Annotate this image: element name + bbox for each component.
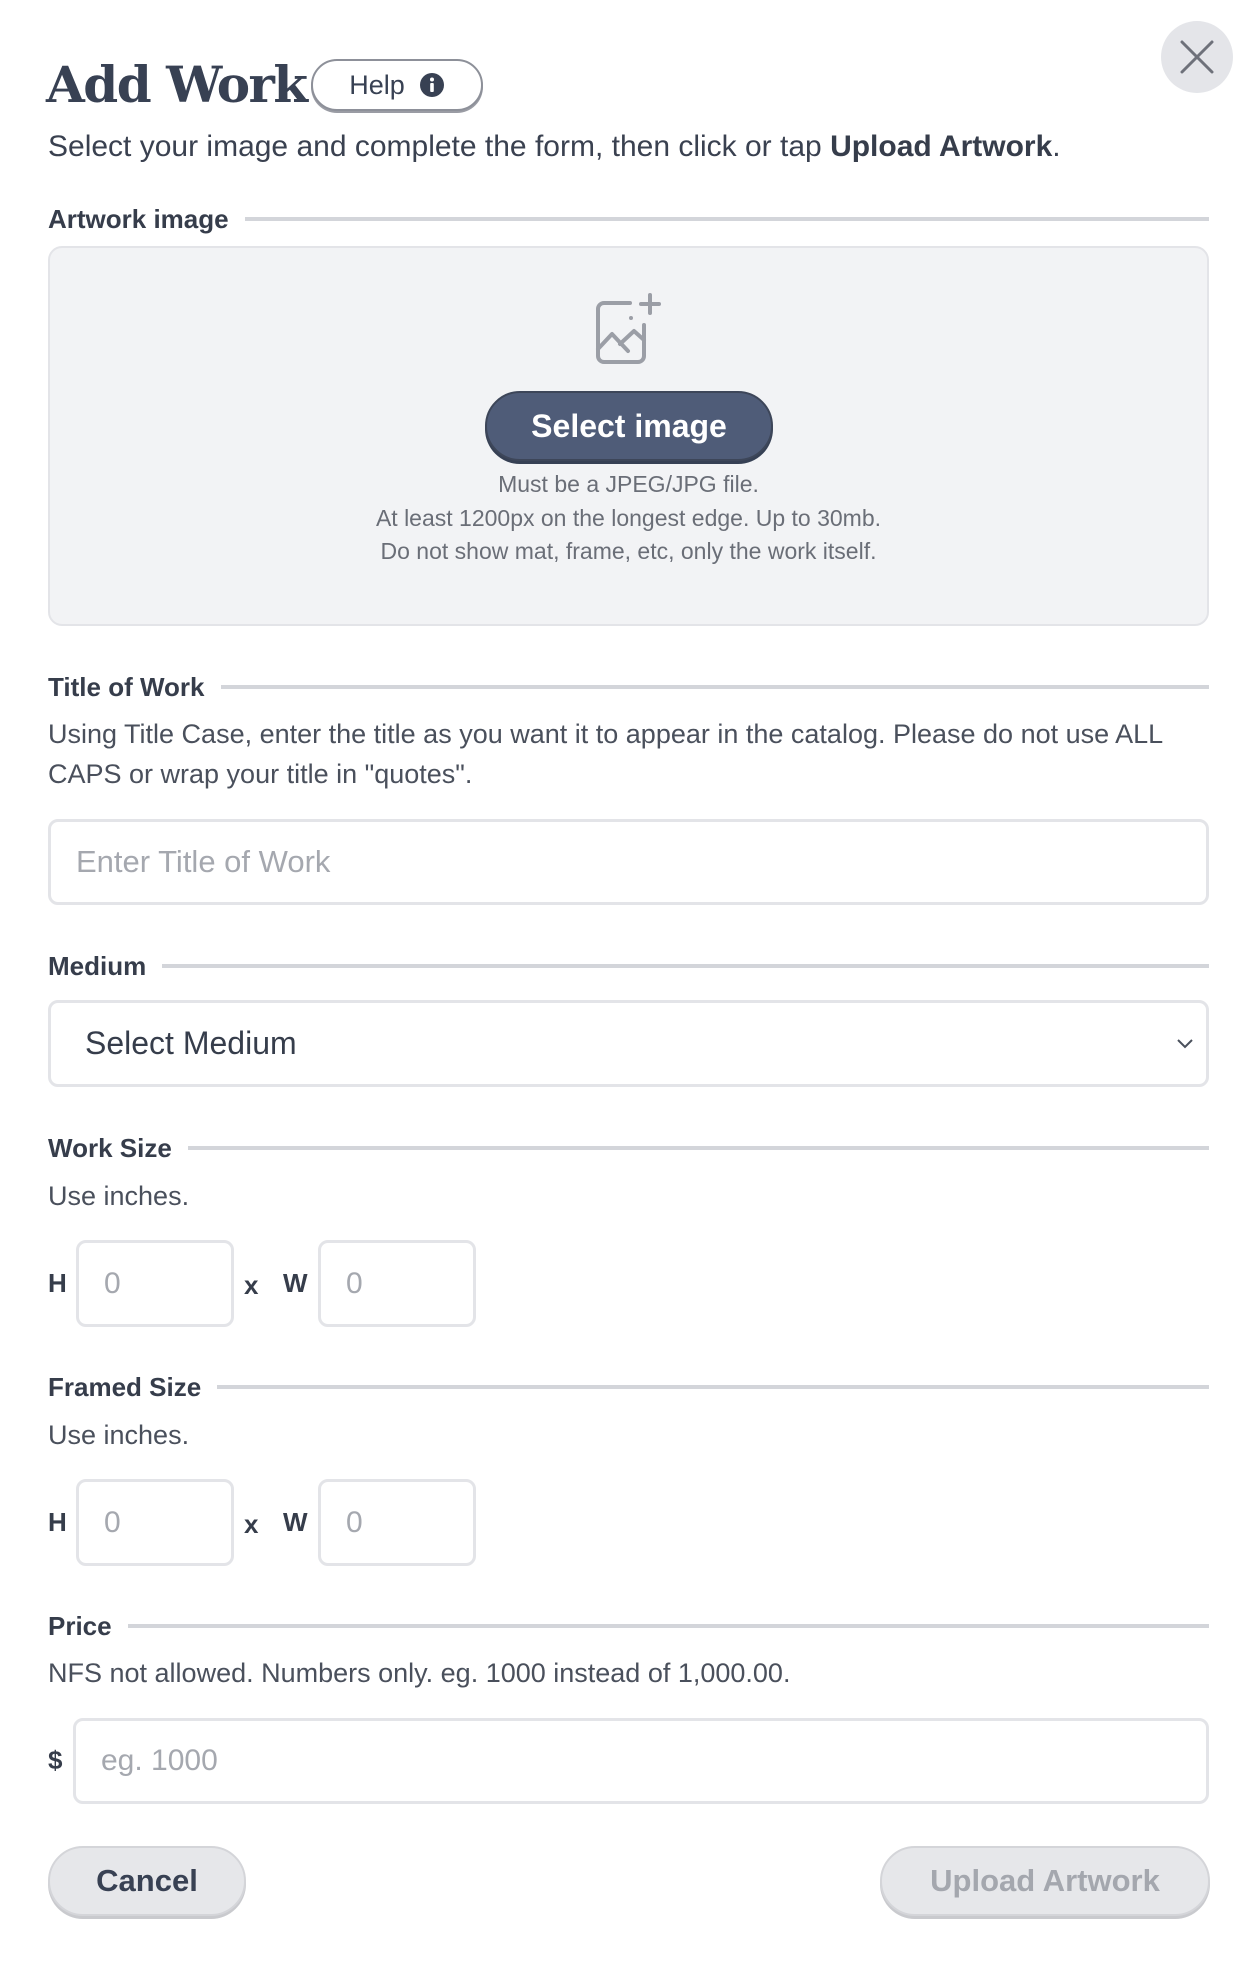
upload-note-size: At least 1200px on the longest edge. Up … bbox=[375, 505, 882, 531]
help-button[interactable]: Help bbox=[311, 59, 483, 111]
section-divider bbox=[127, 1624, 1209, 1628]
work-height-label: H bbox=[48, 1268, 67, 1298]
page-instructions: Select your image and complete the form,… bbox=[48, 126, 1061, 168]
price-input[interactable]: eg. 1000 bbox=[73, 1718, 1209, 1804]
work-size-label: Work Size bbox=[48, 1132, 172, 1163]
upload-note-content: Do not show mat, frame, etc, only the wo… bbox=[380, 538, 877, 564]
work-size-separator: x bbox=[244, 1270, 259, 1300]
select-image-button[interactable]: Select image bbox=[485, 391, 773, 461]
medium-select[interactable]: Select Medium bbox=[48, 1000, 1209, 1087]
image-add-icon bbox=[596, 293, 661, 364]
framed-height-input[interactable]: 0 bbox=[76, 1479, 234, 1566]
framed-size-section-header: Framed Size bbox=[48, 1370, 1209, 1404]
instructions-text: Select your image and complete the form,… bbox=[48, 130, 831, 163]
help-label: Help bbox=[349, 69, 405, 100]
section-divider bbox=[217, 1385, 1209, 1389]
title-section-header: Title of Work bbox=[48, 670, 1209, 704]
section-divider bbox=[220, 685, 1209, 689]
work-width-label: W bbox=[283, 1268, 308, 1298]
work-size-section-header: Work Size bbox=[48, 1131, 1209, 1165]
upload-note-format: Must be a JPEG/JPG file. bbox=[498, 471, 759, 497]
price-description: NFS not allowed. Numbers only. eg. 1000 … bbox=[48, 1658, 791, 1688]
framed-size-label: Framed Size bbox=[48, 1371, 202, 1402]
section-divider bbox=[244, 217, 1209, 221]
framed-size-separator: x bbox=[244, 1509, 259, 1539]
section-divider bbox=[162, 964, 1209, 968]
title-of-work-label: Title of Work bbox=[48, 671, 205, 702]
work-height-input[interactable]: 0 bbox=[76, 1240, 234, 1327]
title-of-work-input[interactable]: Enter Title of Work bbox=[48, 819, 1209, 905]
chevron-down-icon bbox=[1177, 1038, 1193, 1048]
close-x-icon bbox=[1180, 40, 1214, 74]
work-size-description: Use inches. bbox=[48, 1181, 190, 1211]
framed-height-label: H bbox=[48, 1507, 67, 1537]
close-button[interactable] bbox=[1161, 21, 1233, 93]
section-divider bbox=[187, 1146, 1209, 1150]
medium-label: Medium bbox=[48, 950, 147, 981]
upload-artwork-button[interactable]: Upload Artwork bbox=[880, 1846, 1210, 1916]
price-label: Price bbox=[48, 1610, 112, 1641]
artwork-image-label: Artwork image bbox=[48, 203, 229, 234]
artwork-image-section-header: Artwork image bbox=[48, 202, 1209, 236]
cancel-button[interactable]: Cancel bbox=[48, 1846, 246, 1916]
price-section-header: Price bbox=[48, 1609, 1209, 1643]
medium-selected-value: Select Medium bbox=[85, 1025, 297, 1061]
info-circle-icon bbox=[419, 73, 444, 97]
instructions-period: . bbox=[1052, 130, 1061, 163]
framed-width-input[interactable]: 0 bbox=[318, 1479, 476, 1566]
framed-width-label: W bbox=[283, 1507, 308, 1537]
medium-section-header: Medium bbox=[48, 949, 1209, 983]
work-width-input[interactable]: 0 bbox=[318, 1240, 476, 1327]
framed-size-description: Use inches. bbox=[48, 1420, 190, 1450]
instructions-upload-emphasis: Upload Artwork bbox=[830, 130, 1053, 163]
currency-symbol: $ bbox=[48, 1745, 63, 1775]
page-title: Add Work bbox=[46, 55, 308, 114]
title-description: Using Title Case, enter the title as you… bbox=[48, 719, 1163, 789]
